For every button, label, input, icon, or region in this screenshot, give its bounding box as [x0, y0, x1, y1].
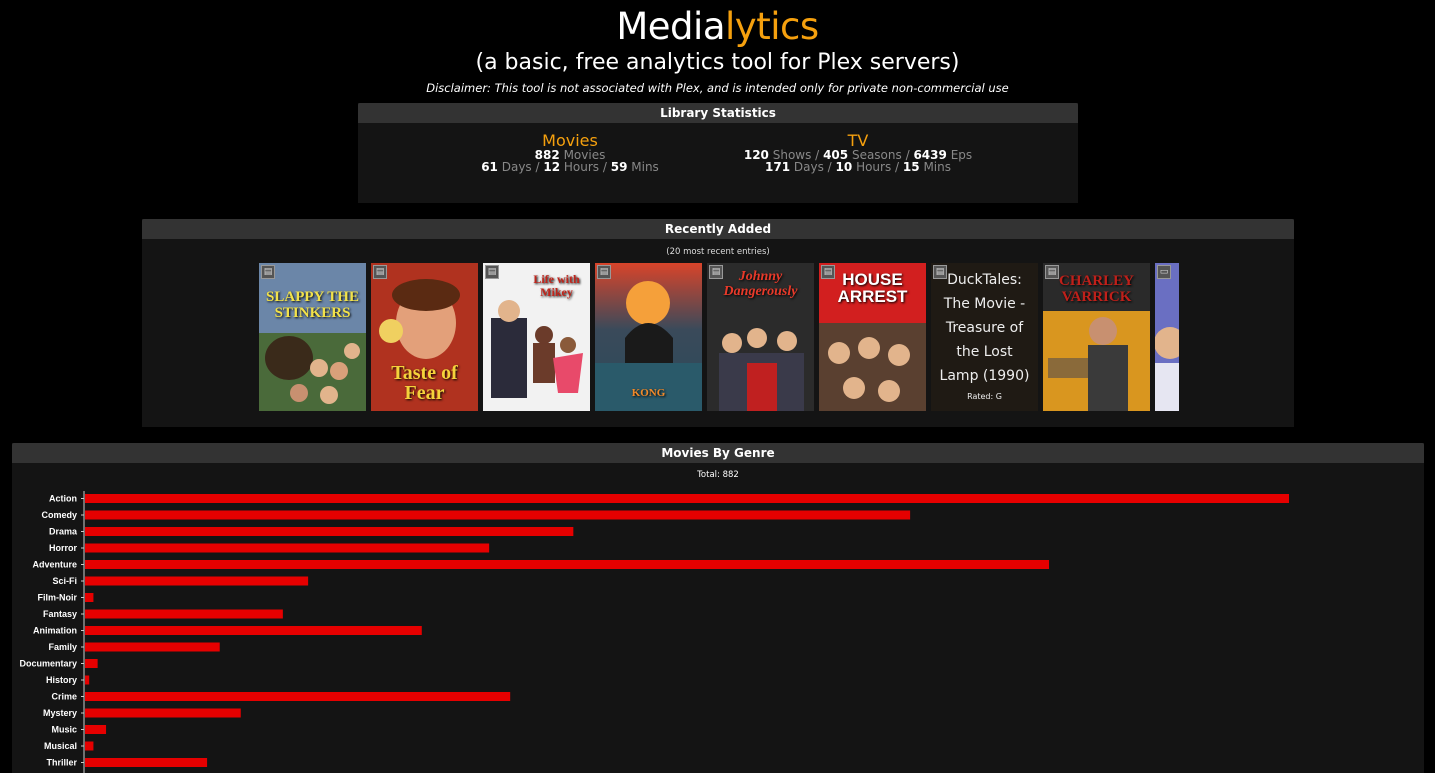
poster-art: [259, 263, 366, 411]
tv-icon: ▭: [1157, 265, 1171, 279]
genre-label: Family: [48, 642, 77, 652]
genre-bar-chart: Action Comedy Drama Horror Adventure Sci-Fi Fi…: [19, 491, 1289, 773]
genre-label: Music: [51, 725, 77, 735]
poster-title: HOUSE ARREST: [837, 270, 908, 306]
film-icon: ▤: [373, 265, 387, 279]
poster-rating: Rated: G: [967, 392, 1002, 401]
genre-bar[interactable]: [85, 609, 283, 619]
genre-bar[interactable]: [85, 675, 90, 685]
film-icon: ▤: [933, 265, 947, 279]
genre-label: Animation: [33, 626, 77, 636]
library-statistics-panel: Library Statistics Movies 882 Movies 61 …: [358, 103, 1078, 203]
poster-slappy[interactable]: SLAPPY THE STINKERS ▤: [259, 263, 366, 411]
genre-label: Musical: [44, 741, 77, 751]
genre-label: Film-Noir: [38, 593, 78, 603]
film-icon: ▤: [709, 265, 723, 279]
app-logo[interactable]: Medialytics: [0, 0, 1435, 52]
movies-duration-line: 61 Days / 12 Hours / 59 Mins: [420, 161, 720, 173]
page-header: Medialytics (a basic, free analytics too…: [0, 0, 1435, 96]
genre-bar[interactable]: [85, 708, 241, 718]
genre-bar[interactable]: [85, 543, 490, 553]
tv-mins: 15: [902, 160, 920, 174]
poster-title: Life with Mikey: [533, 272, 580, 299]
tv-days-unit: Days /: [793, 160, 832, 174]
tv-eps-unit: Eps: [950, 148, 973, 162]
poster-tv-partial[interactable]: ▭: [1155, 263, 1179, 411]
genre-bar[interactable]: [85, 560, 1050, 569]
film-icon: ▤: [821, 265, 835, 279]
poster-taste-of-fear[interactable]: Taste of Fear ▤: [371, 263, 478, 411]
genre-label: Drama: [49, 527, 78, 537]
poster-title: KONG: [631, 387, 666, 399]
genre-bar[interactable]: [85, 626, 422, 635]
movies-hours-unit: Hours /: [563, 160, 607, 174]
genre-bar[interactable]: [85, 642, 220, 652]
genre-label: Action: [49, 494, 77, 504]
genre-label: Crime: [51, 692, 77, 702]
poster-ducktales[interactable]: DuckTales: The Movie - Treasure of the L…: [931, 263, 1038, 411]
poster-title: Taste of Fear: [391, 362, 458, 404]
logo-lytics: lytics: [725, 5, 819, 48]
movies-days-unit: Days /: [501, 160, 540, 174]
movies-days: 61: [481, 160, 498, 174]
genre-label: Horror: [49, 543, 77, 553]
genre-bar[interactable]: [85, 593, 94, 602]
genre-bar[interactable]: [85, 494, 1289, 503]
genre-bar[interactable]: [85, 725, 107, 734]
poster-kong[interactable]: KONG ▤: [595, 263, 702, 411]
tv-mins-unit: Mins: [923, 160, 951, 174]
poster-title: SLAPPY THE STINKERS: [266, 289, 359, 321]
genre-label: Comedy: [41, 510, 77, 520]
film-icon: ▤: [1045, 265, 1059, 279]
tv-stats: TV 120 Shows / 405 Seasons / 6439 Eps 17…: [708, 131, 1008, 174]
genre-label: Mystery: [43, 708, 77, 718]
genre-bar[interactable]: [85, 510, 911, 520]
genre-bar[interactable]: [85, 527, 574, 536]
poster-life-with-mikey[interactable]: Life with Mikey ▤: [483, 263, 590, 411]
genre-bar[interactable]: [85, 692, 511, 701]
film-icon: ▤: [261, 265, 275, 279]
genre-label: Adventure: [32, 560, 77, 570]
genre-label: Sci-Fi: [52, 576, 77, 586]
tv-stats-title: TV: [847, 131, 869, 150]
tv-duration-line: 171 Days / 10 Hours / 15 Mins: [708, 161, 1008, 173]
genre-bar[interactable]: [85, 741, 94, 751]
movies-stats: Movies 882 Movies 61 Days / 12 Hours / 5…: [420, 131, 720, 174]
poster-title: DuckTales: The Movie - Treasure of the L…: [939, 272, 1030, 384]
genre-label: Fantasy: [43, 609, 77, 619]
genre-bar[interactable]: [85, 576, 309, 586]
genre-bar[interactable]: [85, 758, 208, 767]
movies-stats-title: Movies: [542, 131, 598, 150]
movies-by-genre-heading: Movies By Genre: [12, 443, 1424, 463]
poster-house-arrest[interactable]: HOUSE ARREST ▤: [819, 263, 926, 411]
genre-total: Total: 882: [697, 470, 739, 480]
tv-days: 171: [765, 160, 791, 174]
poster-charley-varrick[interactable]: CHARLEY VARRICK ▤: [1043, 263, 1150, 411]
recently-added-note: (20 most recent entries): [666, 247, 770, 257]
genre-bar[interactable]: [85, 659, 98, 668]
movies-hours: 12: [543, 160, 561, 174]
genre-label: Thriller: [46, 758, 77, 768]
film-icon: ▤: [485, 265, 499, 279]
poster-strip: SLAPPY THE STINKERS ▤ Taste of Fear ▤ Li…: [259, 263, 1179, 411]
poster-art: [1155, 263, 1179, 411]
recently-added-panel: Recently Added (20 most recent entries) …: [142, 219, 1294, 427]
page-subtitle: (a basic, free analytics tool for Plex s…: [475, 50, 960, 75]
movies-mins-unit: Mins: [631, 160, 659, 174]
tv-hours: 10: [835, 160, 853, 174]
disclaimer: Disclaimer: This tool is not associated …: [426, 81, 1009, 95]
film-icon: ▤: [597, 265, 611, 279]
movies-by-genre-panel: Movies By Genre Total: 882 Action Comedy D…: [12, 443, 1424, 773]
tv-hours-unit: Hours /: [856, 160, 900, 174]
movies-mins: 59: [610, 160, 628, 174]
poster-title: Johnny Dangerously: [723, 269, 798, 299]
recently-added-heading: Recently Added: [142, 219, 1294, 239]
logo-media: Media: [616, 5, 726, 48]
poster-johnny-dangerously[interactable]: Johnny Dangerously ▤: [707, 263, 814, 411]
library-statistics-heading: Library Statistics: [358, 103, 1078, 123]
poster-title: CHARLEY VARRICK: [1058, 273, 1134, 305]
genre-label: History: [46, 675, 77, 685]
genre-label: Documentary: [19, 659, 77, 669]
